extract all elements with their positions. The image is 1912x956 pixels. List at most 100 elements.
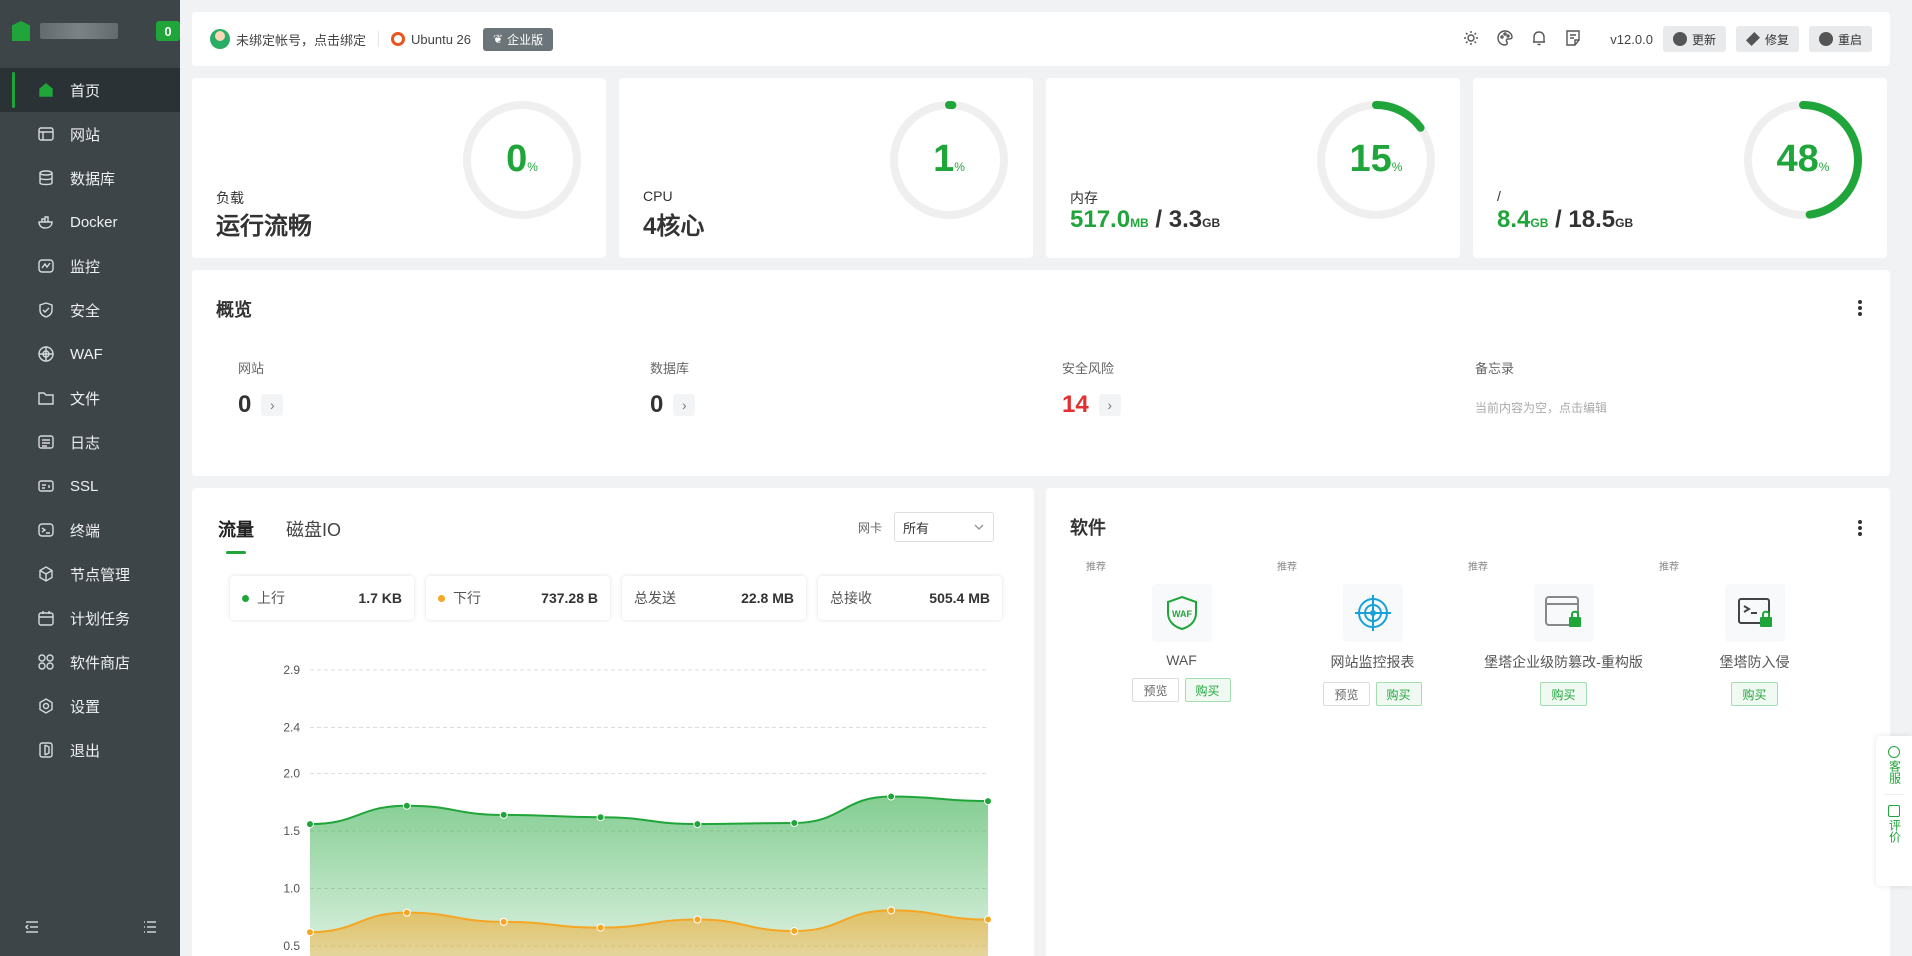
upload-stat: 上行 1.7 KB (230, 576, 414, 620)
sidebar-item-ssl[interactable]: SSL (0, 464, 180, 508)
sidebar-item-waf[interactable]: WAF (0, 332, 180, 376)
sidebar-item-store[interactable]: 软件商店 (0, 640, 180, 684)
target-icon[interactable] (1342, 584, 1403, 642)
nic-select[interactable]: 所有 (894, 512, 994, 542)
download-dot (438, 594, 445, 602)
sidebar-item-nodes[interactable]: 节点管理 (0, 552, 180, 596)
waf-shield-icon[interactable]: WAF (1151, 584, 1212, 642)
buy-button[interactable]: 购买 (1540, 682, 1587, 706)
logo[interactable]: 0 (0, 0, 180, 62)
account-bind-link[interactable]: 未绑定帐号，点击绑定 (210, 29, 366, 49)
sidebar-item-cron[interactable]: 计划任务 (0, 596, 180, 640)
memory-usage: 517.0MB / 3.3GB (1070, 206, 1221, 233)
memory-card[interactable]: 15% 内存 517.0MB / 3.3GB (1046, 78, 1460, 258)
database-icon (36, 168, 56, 188)
customer-service-button[interactable]: 客服 (1887, 746, 1902, 784)
tab-traffic[interactable]: 流量 (218, 516, 254, 554)
chevron-right-icon[interactable]: › (261, 394, 284, 416)
sidebar-item-database[interactable]: 数据库 (0, 156, 180, 200)
sidebar-item-monitor[interactable]: 监控 (0, 244, 180, 288)
disk-used: 8.4 (1497, 206, 1531, 233)
chevron-right-icon[interactable]: › (673, 394, 696, 416)
rate-button[interactable]: 评价 (1888, 805, 1902, 843)
preview-button[interactable]: 预览 (1132, 678, 1179, 702)
buy-button[interactable]: 购买 (1375, 682, 1422, 706)
terminal-lock-icon[interactable] (1724, 584, 1785, 642)
preview-button[interactable]: 预览 (1323, 682, 1370, 706)
sidebar-item-security[interactable]: 安全 (0, 288, 180, 332)
recommend-tag: 推荐 (1468, 562, 1488, 573)
server-name-blurred (40, 23, 118, 39)
sidebar-item-label: SSL (70, 477, 99, 495)
software-name: 网站监控报表 (1330, 654, 1415, 670)
buy-button[interactable]: 购买 (1184, 678, 1231, 702)
data-point (402, 801, 411, 810)
total-sent-value: 22.8 MB (741, 590, 794, 606)
sidebar-item-website[interactable]: 网站 (0, 112, 180, 156)
disk-card[interactable]: 48% / 8.4GB / 18.5GB (1473, 78, 1887, 258)
update-button[interactable]: 更新 (1662, 26, 1726, 52)
software-name: 堡塔企业级防篡改-重构版 (1484, 654, 1643, 670)
leaf-icon: ❦ (493, 32, 504, 46)
sidebar-item-label: Docker (70, 213, 118, 231)
data-point (984, 915, 992, 924)
lock-window-icon[interactable] (1533, 584, 1594, 642)
software-title: 软件 (1070, 518, 1106, 538)
upload-dot (242, 594, 249, 602)
more-icon[interactable] (1858, 520, 1862, 536)
risks-count[interactable]: 14 (1062, 391, 1089, 419)
tab-disk-io[interactable]: 磁盘IO (286, 516, 341, 542)
software-name: WAF (1166, 652, 1197, 668)
version-label: v12.0.0 (1610, 31, 1653, 47)
collapse-sidebar-icon[interactable] (24, 919, 40, 940)
sidebar-item-label: 文件 (70, 390, 101, 408)
bell-icon[interactable] (1530, 29, 1548, 50)
monitor-icon (36, 256, 56, 276)
sidebar-item-logs[interactable]: 日志 (0, 420, 180, 464)
sidebar-item-logout[interactable]: 退出 (0, 728, 180, 772)
cpu-card[interactable]: 1% CPU 4核心 (619, 78, 1033, 258)
software-item-site-monitor: 推荐 网站监控报表 预览 购买 (1277, 562, 1468, 706)
sidebar-item-home[interactable]: 首页 (0, 68, 180, 112)
palette-icon[interactable] (1496, 29, 1514, 50)
buy-button[interactable]: 购买 (1731, 682, 1778, 706)
data-point (887, 792, 896, 801)
software-panel: 软件 推荐 WAF WAF 预览 购买 推荐 网站监控报表 预览 购买 推荐 堡… (1046, 488, 1890, 956)
os-name: Ubuntu 26 (411, 31, 472, 47)
more-icon[interactable] (1858, 300, 1862, 316)
restart-button[interactable]: 重启 (1808, 26, 1872, 52)
databases-label: 数据库 (650, 361, 690, 376)
memo-placeholder[interactable]: 当前内容为空，点击编辑 (1475, 399, 1607, 416)
sidebar-item-label: 计划任务 (70, 610, 131, 628)
sites-label: 网站 (238, 361, 265, 376)
load-status: 运行流畅 (216, 213, 312, 240)
sidebar-item-label: 节点管理 (70, 566, 131, 584)
data-point (790, 818, 799, 827)
sidebar-item-terminal[interactable]: 终端 (0, 508, 180, 552)
recommend-tag: 推荐 (1086, 562, 1106, 573)
overview-databases: 数据库 0 › (650, 358, 696, 419)
chevron-right-icon[interactable]: › (1098, 394, 1121, 416)
databases-count[interactable]: 0 (650, 391, 663, 419)
percent-unit: % (527, 160, 538, 174)
load-card[interactable]: 0% 负载 运行流畅 (192, 78, 606, 258)
menu-list-icon[interactable] (142, 919, 158, 940)
sidebar-item-files[interactable]: 文件 (0, 376, 180, 420)
repair-button[interactable]: 修复 (1735, 26, 1799, 52)
sites-count[interactable]: 0 (238, 391, 251, 419)
theme-sun-icon[interactable] (1462, 29, 1480, 50)
disk-total: 18.5 (1568, 206, 1616, 233)
data-point (596, 813, 605, 822)
customer-service-label: 客服 (1887, 760, 1902, 784)
disk-used-unit: GB (1530, 216, 1549, 230)
disk-total-unit: GB (1615, 216, 1634, 230)
notification-badge[interactable]: 0 (156, 21, 180, 41)
sidebar-item-settings[interactable]: 设置 (0, 684, 180, 728)
y-tick-label: 2.4 (283, 721, 300, 735)
memory-percent: 15 (1349, 138, 1392, 180)
traffic-chart[interactable]: 2.9 2.4 2.0 1.5 1.0 0.5 (212, 638, 1012, 956)
calendar-icon (36, 608, 56, 628)
sidebar-item-docker[interactable]: Docker (0, 200, 180, 244)
notes-icon[interactable] (1564, 29, 1582, 50)
edition-badge[interactable]: ❦ 企业版 (483, 27, 554, 51)
